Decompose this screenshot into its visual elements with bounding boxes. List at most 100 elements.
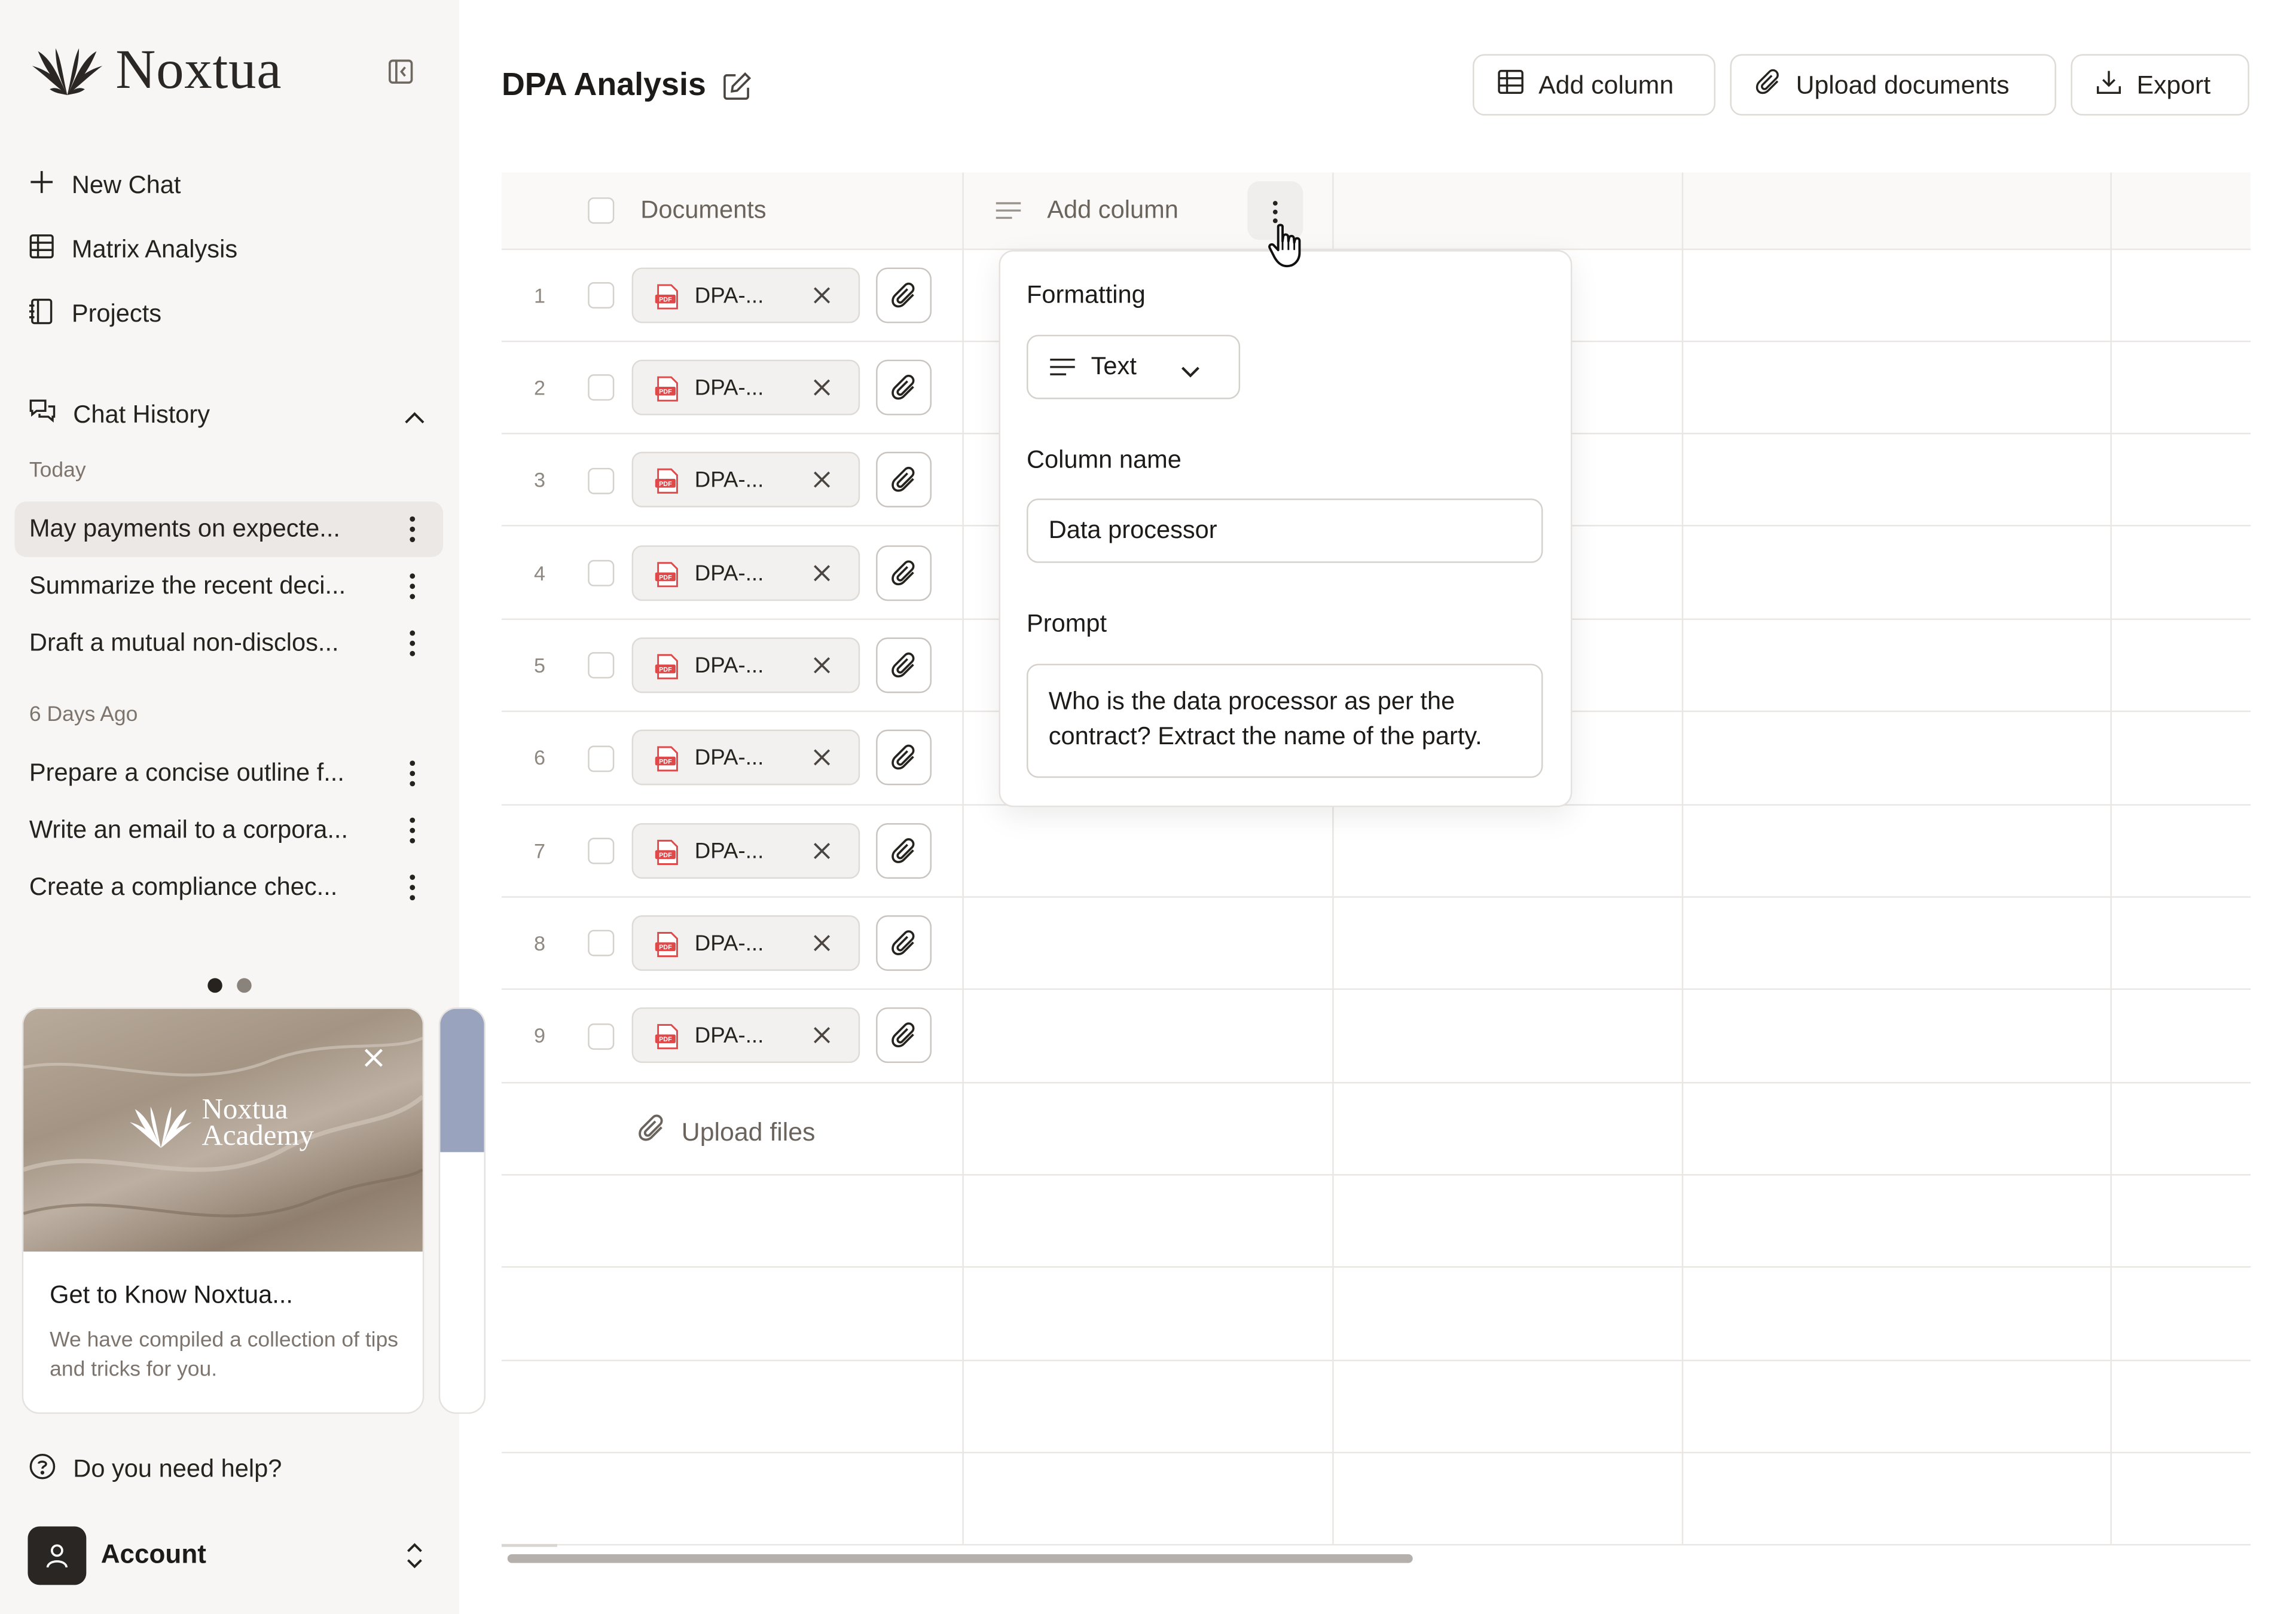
document-chip[interactable]: PDF DPA-... — [631, 545, 860, 601]
new-column-header[interactable]: Add column — [1047, 196, 1178, 225]
account-label[interactable]: Account — [101, 1540, 206, 1570]
chat-history-label: Chat History — [73, 401, 210, 429]
avatar[interactable] — [28, 1526, 87, 1585]
remove-document-icon[interactable] — [811, 469, 832, 497]
horizontal-scrollbar[interactable] — [507, 1554, 1413, 1563]
promo-card-image: Noxtua Academy — [23, 1008, 423, 1252]
paperclip-icon — [1755, 68, 1781, 102]
row-checkbox[interactable] — [588, 282, 615, 309]
select-all-checkbox[interactable] — [588, 197, 615, 224]
more-options-icon[interactable] — [408, 571, 417, 608]
remove-document-icon[interactable] — [811, 563, 832, 591]
export-button[interactable]: Export — [2071, 54, 2249, 116]
chat-history-item[interactable]: Create a compliance chec... — [14, 860, 443, 915]
row-checkbox[interactable] — [588, 837, 615, 864]
upload-files-label: Upload files — [681, 1116, 816, 1146]
projects-button[interactable]: Projects — [29, 292, 161, 336]
chevron-up-icon[interactable] — [404, 406, 426, 433]
help-label: Do you need help? — [73, 1454, 282, 1483]
prompt-textarea[interactable]: Who is the data processor as per the con… — [1027, 664, 1543, 778]
attach-file-button[interactable] — [876, 451, 932, 508]
carousel-dot-active[interactable] — [207, 978, 222, 993]
document-chip[interactable]: PDF DPA-... — [631, 359, 860, 415]
row-checkbox[interactable] — [588, 652, 615, 678]
academy-logo-icon — [127, 1102, 195, 1159]
chevron-up-down-icon[interactable] — [405, 1541, 425, 1578]
remove-document-icon[interactable] — [811, 840, 832, 868]
next-promo-card[interactable] — [438, 1007, 486, 1414]
more-options-icon[interactable] — [408, 816, 417, 852]
document-name: DPA-... — [694, 838, 764, 864]
attach-file-button[interactable] — [876, 1007, 932, 1063]
chat-history-toggle[interactable]: Chat History — [29, 393, 210, 437]
chat-history-item[interactable]: Write an email to a corpora... — [14, 803, 443, 858]
attach-file-button[interactable] — [876, 637, 932, 693]
document-chip[interactable]: PDF DPA-... — [631, 729, 860, 785]
add-column-button[interactable]: Add column — [1473, 54, 1716, 116]
upload-documents-button[interactable]: Upload documents — [1730, 54, 2056, 116]
format-select[interactable]: Text — [1027, 335, 1241, 399]
collapse-sidebar-icon[interactable] — [387, 59, 414, 92]
svg-text:PDF: PDF — [659, 944, 672, 951]
attach-file-button[interactable] — [876, 729, 932, 785]
more-options-icon[interactable] — [408, 629, 417, 665]
chat-bubbles-icon — [29, 399, 56, 432]
document-chip[interactable]: PDF DPA-... — [631, 637, 860, 693]
attach-file-button[interactable] — [876, 545, 932, 601]
document-chip[interactable]: PDF DPA-... — [631, 267, 860, 323]
row-checkbox[interactable] — [588, 745, 615, 772]
remove-document-icon[interactable] — [811, 655, 832, 683]
close-icon[interactable] — [364, 1049, 383, 1075]
chat-history-item-title: May payments on expecte... — [29, 514, 340, 543]
remove-document-icon[interactable] — [811, 285, 832, 313]
remove-document-icon[interactable] — [811, 377, 832, 405]
help-button[interactable]: Do you need help? — [29, 1447, 282, 1491]
document-chip[interactable]: PDF DPA-... — [631, 823, 860, 879]
upload-files-button[interactable]: Upload files — [637, 1114, 815, 1150]
help-icon — [29, 1453, 56, 1486]
row-checkbox[interactable] — [588, 374, 615, 401]
chat-history-item[interactable]: May payments on expecte... — [14, 501, 444, 557]
row-checkbox[interactable] — [588, 560, 615, 586]
chevron-down-icon — [1180, 360, 1201, 386]
svg-text:PDF: PDF — [659, 574, 672, 581]
row-divider — [501, 1451, 2251, 1454]
format-select-value: Text — [1091, 352, 1137, 380]
remove-document-icon[interactable] — [811, 747, 832, 775]
hand-cursor-icon — [1266, 222, 1307, 276]
attach-file-button[interactable] — [876, 823, 932, 879]
pdf-file-icon: PDF — [654, 284, 680, 317]
attach-file-button[interactable] — [876, 359, 932, 415]
new-chat-button[interactable]: New Chat — [29, 164, 181, 207]
edit-title-icon[interactable] — [722, 72, 752, 108]
chat-history-item[interactable]: Summarize the recent deci... — [14, 558, 443, 614]
attach-file-button[interactable] — [876, 267, 932, 323]
column-name-input[interactable]: Data processor — [1027, 499, 1543, 563]
paperclip-icon — [891, 838, 915, 863]
row-checkbox[interactable] — [588, 1023, 615, 1050]
next-promo-card-image — [440, 1008, 484, 1153]
chat-history-item[interactable]: Draft a mutual non-disclos... — [14, 616, 443, 671]
plus-icon — [29, 170, 54, 202]
document-chip[interactable]: PDF DPA-... — [631, 451, 860, 508]
document-chip[interactable]: PDF DPA-... — [631, 915, 860, 971]
more-options-icon[interactable] — [408, 759, 417, 795]
table-icon — [1498, 68, 1524, 102]
paperclip-icon — [891, 1022, 915, 1048]
row-checkbox[interactable] — [588, 930, 615, 956]
chat-history-item[interactable]: Prepare a concise outline f... — [14, 745, 443, 801]
attach-file-button[interactable] — [876, 915, 932, 971]
more-options-icon[interactable] — [408, 515, 417, 551]
promo-card[interactable]: Noxtua Academy Get to Know Noxtua... We … — [22, 1007, 425, 1414]
row-checkbox[interactable] — [588, 467, 615, 494]
document-chip[interactable]: PDF DPA-... — [631, 1007, 860, 1063]
svg-text:PDF: PDF — [659, 852, 672, 859]
more-options-icon[interactable] — [408, 873, 417, 909]
row-divider — [501, 1543, 2251, 1546]
carousel-dot[interactable] — [237, 978, 252, 993]
matrix-analysis-button[interactable]: Matrix Analysis — [29, 228, 237, 272]
remove-document-icon[interactable] — [811, 933, 832, 960]
paperclip-icon — [891, 374, 915, 400]
document-name: DPA-... — [694, 653, 764, 678]
remove-document-icon[interactable] — [811, 1025, 832, 1053]
